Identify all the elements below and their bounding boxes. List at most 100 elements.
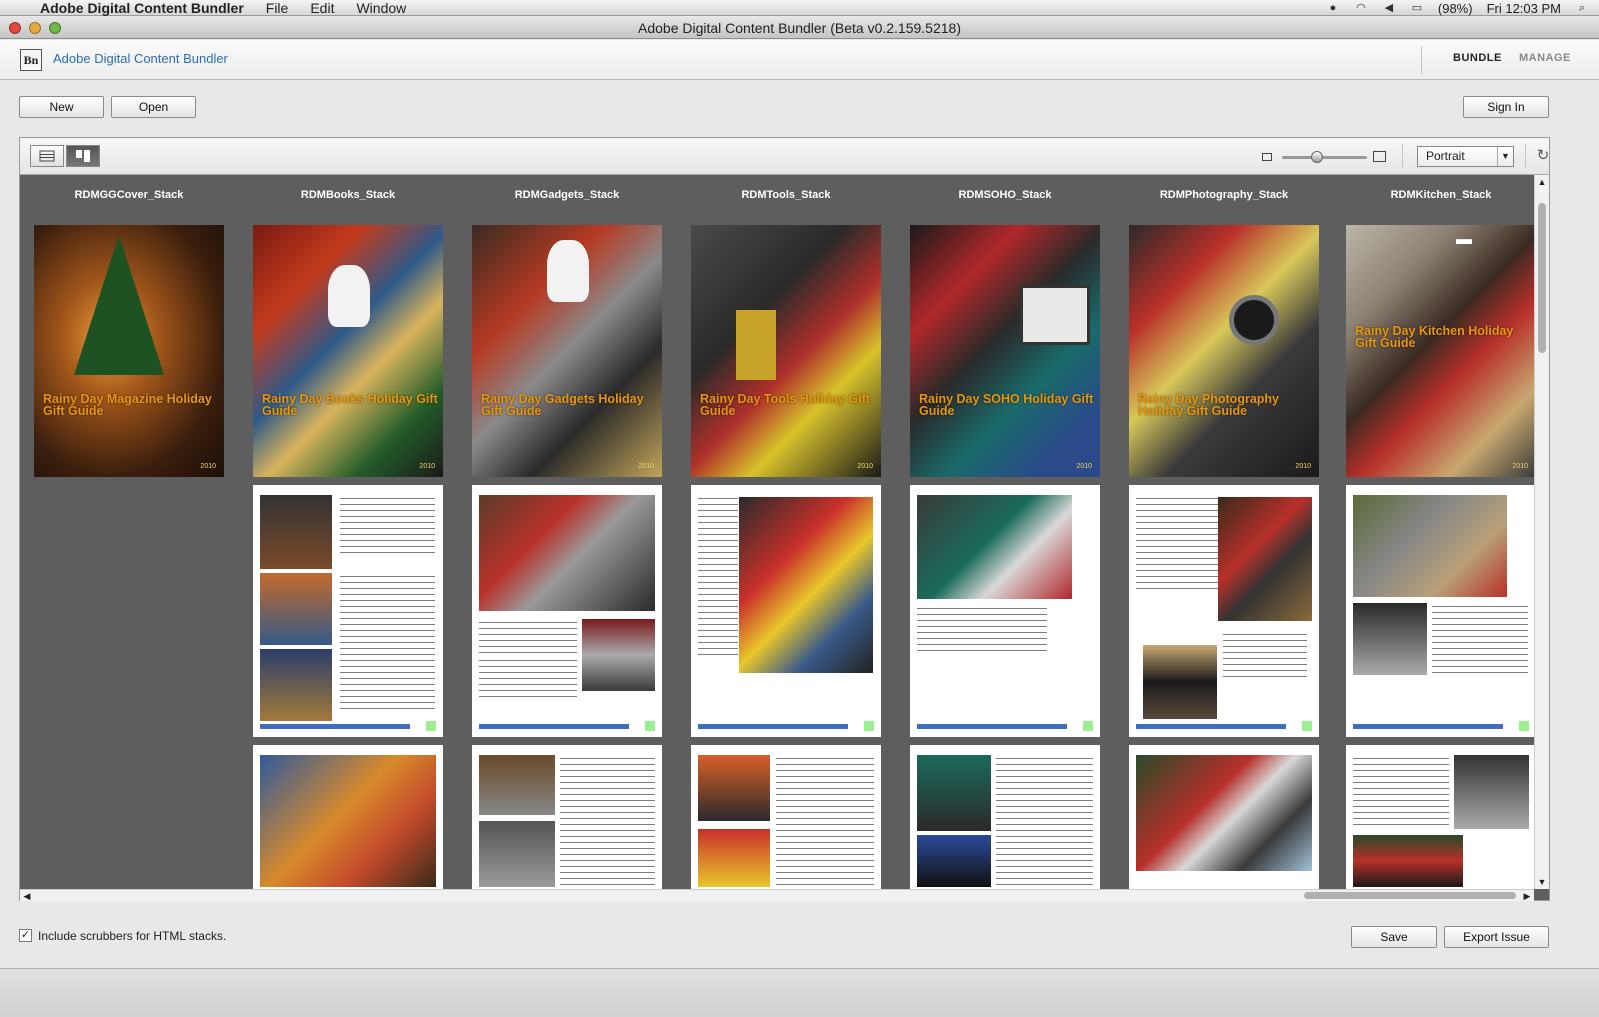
stack-name[interactable]: RDMPhotography_Stack: [1109, 189, 1339, 201]
cover-page[interactable]: ▬ Rainy Day Kitchen Holiday Gift Guide 2…: [1346, 225, 1534, 477]
menu-file[interactable]: File: [266, 0, 289, 16]
cover-year: 2010: [857, 463, 873, 470]
content-page[interactable]: [253, 745, 443, 889]
page-text-block: [340, 495, 435, 555]
cover-year: 2010: [1076, 463, 1092, 470]
content-page[interactable]: [253, 485, 443, 737]
vertical-scrollbar[interactable]: ▲ ▼: [1534, 175, 1549, 889]
vertical-scroll-thumb[interactable]: [1538, 203, 1546, 353]
stack-name[interactable]: RDMKitchen_Stack: [1326, 189, 1534, 201]
page-footer-bar: [1136, 724, 1286, 729]
zoom-window-icon[interactable]: [49, 22, 61, 34]
content-page[interactable]: [1346, 745, 1534, 889]
scroll-right-icon[interactable]: ▶: [1520, 890, 1534, 902]
stack-name[interactable]: RDMBooks_Stack: [233, 189, 463, 201]
orientation-select[interactable]: Portrait ▼: [1417, 146, 1514, 167]
content-page[interactable]: [691, 485, 881, 737]
page-photo: [260, 495, 332, 569]
menu-extra-icon[interactable]: ●: [1326, 2, 1340, 14]
menu-window[interactable]: Window: [356, 0, 406, 16]
grid-view-icon: [76, 150, 90, 162]
cover-page[interactable]: Rainy Day Books Holiday Gift Guide 2010: [253, 225, 443, 477]
stack-name[interactable]: RDMSOHO_Stack: [890, 189, 1120, 201]
page-photo: [1136, 755, 1312, 871]
page-photo: [1353, 835, 1463, 887]
zoom-slider-thumb[interactable]: [1311, 151, 1324, 163]
grid-view-button[interactable]: [66, 145, 100, 167]
list-view-button[interactable]: [30, 145, 64, 167]
content-page[interactable]: [910, 745, 1100, 889]
page-photo: [479, 755, 555, 815]
zoom-slider[interactable]: [1282, 151, 1367, 163]
minimize-window-icon[interactable]: [29, 22, 41, 34]
stack-name[interactable]: RDMTools_Stack: [671, 189, 901, 201]
content-page[interactable]: [691, 745, 881, 889]
cover-title: Rainy Day Books Holiday Gift Guide: [262, 392, 438, 418]
battery-percent: (98%): [1437, 0, 1473, 16]
page-photo: [260, 573, 332, 645]
bundler-logo: Bn: [20, 49, 42, 71]
spotlight-search-icon[interactable]: ⌕: [1575, 2, 1589, 14]
page-photo: [260, 755, 436, 887]
scroll-left-icon[interactable]: ◀: [20, 890, 34, 902]
scrubbers-checkbox[interactable]: ✓: [19, 929, 32, 942]
zoom-in-icon[interactable]: [1373, 151, 1386, 162]
cover-page[interactable]: Rainy Day Photography Holiday Gift Guide…: [1129, 225, 1319, 477]
nav-manage[interactable]: MANAGE: [1519, 52, 1571, 64]
cover-title: Rainy Day Tools Holiday Gift Guide: [700, 392, 870, 418]
page-photo: [739, 497, 873, 673]
page-text-block: [917, 605, 1047, 651]
stack-name[interactable]: RDMGGCover_Stack: [20, 189, 244, 201]
cover-page[interactable]: Rainy Day SOHO Holiday Gift Guide 2010: [910, 225, 1100, 477]
page-text-block: [996, 755, 1093, 887]
scroll-up-icon[interactable]: ▲: [1535, 175, 1549, 189]
horizontal-scroll-thumb[interactable]: [1304, 892, 1516, 899]
scrubbers-label[interactable]: Include scrubbers for HTML stacks.: [38, 929, 226, 943]
page-text-block: [479, 657, 577, 697]
clock[interactable]: Fri 12:03 PM: [1487, 1, 1561, 16]
content-page[interactable]: [472, 745, 662, 889]
scroll-down-icon[interactable]: ▼: [1535, 875, 1549, 889]
save-button[interactable]: Save: [1351, 926, 1437, 948]
nav-bundle[interactable]: BUNDLE: [1453, 52, 1502, 64]
volume-icon[interactable]: ◀: [1382, 2, 1396, 14]
menu-edit[interactable]: Edit: [310, 0, 334, 16]
open-button[interactable]: Open: [111, 96, 196, 118]
page-photo: [1454, 755, 1529, 829]
stack-name[interactable]: RDMGadgets_Stack: [452, 189, 682, 201]
content-page[interactable]: [910, 485, 1100, 737]
cover-page[interactable]: Rainy Day Gadgets Holiday Gift Guide 201…: [472, 225, 662, 477]
page-text-block: [698, 495, 738, 655]
app-header: Bn Adobe Digital Content Bundler BUNDLE …: [0, 40, 1599, 80]
menu-app-name[interactable]: Adobe Digital Content Bundler: [40, 0, 244, 16]
wifi-icon[interactable]: ◠: [1354, 2, 1368, 14]
page-marker: [1083, 721, 1093, 731]
page-text-block: [340, 573, 435, 713]
content-page[interactable]: [1346, 485, 1534, 737]
close-window-icon[interactable]: [9, 22, 21, 34]
new-button[interactable]: New: [19, 96, 104, 118]
refresh-icon[interactable]: ↻: [1534, 147, 1552, 165]
sign-in-button[interactable]: Sign In: [1463, 96, 1549, 118]
page-footer-bar: [917, 724, 1067, 729]
zoom-out-icon[interactable]: [1262, 153, 1272, 161]
export-issue-button[interactable]: Export Issue: [1444, 926, 1549, 948]
toolbar-divider: [1525, 144, 1526, 168]
panel-toolbar: Portrait ▼ ↻: [20, 138, 1549, 175]
battery-icon[interactable]: ▭: [1410, 2, 1424, 14]
content-page[interactable]: [1129, 745, 1319, 889]
page-footer-bar: [1353, 724, 1503, 729]
tool-shape: [736, 310, 776, 380]
cover-page[interactable]: Rainy Day Tools Holiday Gift Guide 2010: [691, 225, 881, 477]
cover-title: Rainy Day Magazine Holiday Gift Guide: [43, 392, 212, 418]
content-page[interactable]: [1129, 485, 1319, 737]
stack-panel: Portrait ▼ ↻ RDMGGCover_Stack Rainy Day …: [19, 137, 1550, 901]
cover-page[interactable]: Rainy Day Magazine Holiday Gift Guide 20…: [34, 225, 224, 477]
toolbar-divider: [1402, 144, 1403, 168]
cover-year: 2010: [419, 463, 435, 470]
snowman-shape: [547, 240, 589, 302]
horizontal-scrollbar[interactable]: ◀ ▶: [20, 889, 1534, 901]
content-page[interactable]: [472, 485, 662, 737]
page-marker: [1302, 721, 1312, 731]
page-text-block: [1432, 603, 1528, 673]
